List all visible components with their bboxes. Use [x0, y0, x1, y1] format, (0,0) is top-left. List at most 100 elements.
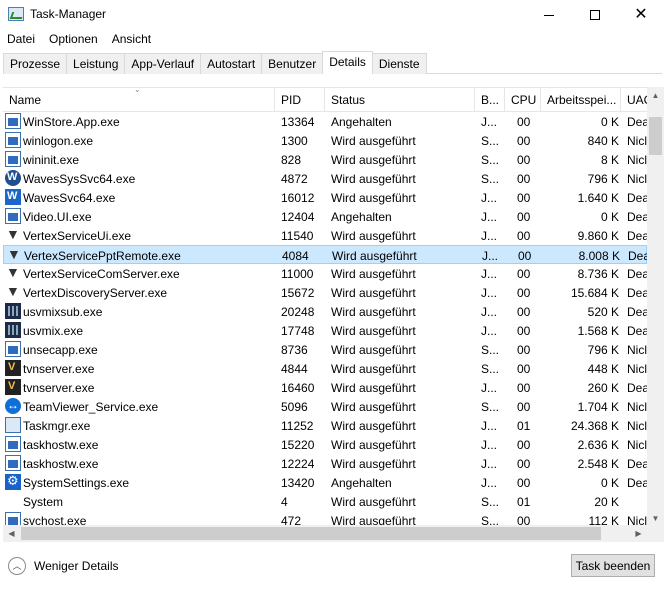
- tab-processes[interactable]: Prozesse: [3, 53, 68, 74]
- close-button[interactable]: ✕: [618, 0, 664, 30]
- vertical-scrollbar[interactable]: ▲ ▼: [647, 87, 664, 527]
- table-row[interactable]: usvmix.exe 17748 Wird ausgeführt J... 00 1.56…: [3, 321, 647, 340]
- table-row[interactable]: TeamViewer_Service.exe 5096 Wird ausgeführ…: [3, 397, 647, 416]
- process-cpu: 00: [517, 153, 531, 167]
- table-row[interactable]: Taskmgr.exe 11252 Wird ausgeführt J... 01 24.…: [3, 416, 647, 435]
- process-uac: Nicl: [627, 153, 647, 167]
- process-user: J...: [481, 438, 498, 452]
- task-manager-icon: [8, 7, 24, 21]
- process-status: Angehalten: [331, 210, 392, 224]
- minimize-button[interactable]: [526, 0, 572, 30]
- process-name: usvmixsub.exe: [23, 305, 103, 319]
- process-memory: 8.008 K: [578, 249, 620, 263]
- table-row[interactable]: tvnserver.exe 4844 Wird ausgeführt S... 00 44…: [3, 359, 647, 378]
- process-pid: 12224: [281, 457, 315, 471]
- tab-details[interactable]: Details: [322, 51, 373, 74]
- column-header-memory[interactable]: Arbeitsspei...: [541, 88, 621, 112]
- maximize-button[interactable]: [572, 0, 618, 30]
- table-row[interactable]: WinStore.App.exe 13364 Angehalten J... 00 0 K…: [3, 112, 647, 131]
- tab-users[interactable]: Benutzer: [261, 53, 324, 74]
- column-header-pid[interactable]: PID: [275, 88, 325, 112]
- table-row[interactable]: SystemSettings.exe 13420 Angehalten J... 00 0…: [3, 473, 647, 492]
- scroll-left-icon[interactable]: ◀: [3, 525, 20, 542]
- table-row[interactable]: WavesSysSvc64.exe 4872 Wird ausgeführt S...…: [3, 169, 647, 188]
- process-user: J...: [481, 457, 498, 471]
- process-status: Angehalten: [331, 476, 392, 490]
- process-status: Wird ausgeführt: [331, 134, 416, 148]
- app-window-icon: [5, 132, 21, 148]
- column-header-name[interactable]: Name: [3, 88, 275, 112]
- table-row[interactable]: winlogon.exe 1300 Wird ausgeführt S... 00 840…: [3, 131, 647, 150]
- process-cpu: 00: [517, 172, 531, 186]
- tab-services[interactable]: Dienste: [371, 53, 427, 74]
- scrollbar-corner: [647, 525, 664, 542]
- tab-performance[interactable]: Leistung: [66, 53, 126, 74]
- table-row[interactable]: VertexServiceUi.exe 11540 Wird ausgeführt J…: [3, 226, 647, 245]
- process-pid: 1300: [281, 134, 308, 148]
- process-memory: 1.568 K: [577, 324, 619, 338]
- vertical-scroll-thumb[interactable]: [649, 117, 662, 155]
- table-row[interactable]: Video.UI.exe 12404 Angehalten J... 00 0 K Dea: [3, 207, 647, 226]
- process-status: Wird ausgeführt: [331, 400, 416, 414]
- horizontal-scroll-thumb[interactable]: [21, 527, 601, 540]
- process-user: J...: [481, 267, 498, 281]
- table-row[interactable]: wininit.exe 828 Wird ausgeführt S... 00 8 K Ni…: [3, 150, 647, 169]
- vertex-icon: [5, 226, 21, 243]
- table-row[interactable]: WavesSvc64.exe 16012 Wird ausgeführt J... 00…: [3, 188, 647, 207]
- process-status: Wird ausgeführt: [331, 438, 416, 452]
- process-memory: 0 K: [600, 210, 619, 224]
- tab-app-history[interactable]: App-Verlauf: [124, 53, 202, 74]
- table-row[interactable]: VertexServiceComServer.exe 11000 Wird ausg…: [3, 264, 647, 283]
- process-uac: Dea: [627, 324, 647, 338]
- process-status: Angehalten: [331, 115, 392, 129]
- column-header-status[interactable]: Status: [325, 88, 475, 112]
- horizontal-scrollbar[interactable]: ◀ ▶: [3, 525, 647, 542]
- end-task-button[interactable]: Task beenden: [571, 554, 655, 577]
- table-row[interactable]: taskhostw.exe 15220 Wird ausgeführt J... 00 2…: [3, 435, 647, 454]
- process-user: S...: [481, 134, 500, 148]
- process-pid: 5096: [281, 400, 308, 414]
- process-user: J...: [481, 419, 498, 433]
- scroll-up-icon[interactable]: ▲: [647, 87, 664, 104]
- process-pid: 16012: [281, 191, 315, 205]
- process-status: Wird ausgeführt: [331, 343, 416, 357]
- table-row[interactable]: VertexDiscoveryServer.exe 15672 Wird ausge…: [3, 283, 647, 302]
- vertex-icon: [5, 283, 21, 300]
- process-cpu: 00: [517, 229, 531, 243]
- table-row[interactable]: tvnserver.exe 16460 Wird ausgeführt J... 00 2…: [3, 378, 647, 397]
- process-memory: 1.640 K: [577, 191, 619, 205]
- process-cpu: 00: [517, 343, 531, 357]
- menu-view[interactable]: Ansicht: [105, 30, 158, 50]
- table-row[interactable]: usvmixsub.exe 20248 Wird ausgeführt J... 00 5…: [3, 302, 647, 321]
- column-header-cpu[interactable]: CPU: [505, 88, 541, 112]
- column-header-uac[interactable]: UAC: [621, 88, 647, 112]
- chevron-up-icon[interactable]: ︿: [8, 557, 26, 575]
- process-status: Wird ausgeführt: [331, 419, 416, 433]
- process-table: ⌄ Name PID Status B... CPU Arbeitsspei..…: [3, 87, 647, 527]
- scroll-right-icon[interactable]: ▶: [630, 525, 647, 542]
- table-row[interactable]: unsecapp.exe 8736 Wird ausgeführt S... 00 796…: [3, 340, 647, 359]
- process-cpu: 00: [517, 476, 531, 490]
- process-pid: 11540: [281, 229, 314, 243]
- process-pid: 20248: [281, 305, 315, 319]
- usv-icon: [5, 322, 21, 338]
- process-name: System: [23, 495, 64, 509]
- process-name: VertexServiceComServer.exe: [23, 267, 180, 281]
- table-row[interactable]: VertexServicePptRemote.exe 4084 Wird ausge…: [3, 245, 647, 264]
- process-name: VertexServiceUi.exe: [23, 229, 132, 243]
- fewer-details-link[interactable]: Weniger Details: [34, 559, 118, 573]
- column-header-user[interactable]: B...: [475, 88, 505, 112]
- process-cpu: 00: [517, 324, 531, 338]
- table-row[interactable]: System 4 Wird ausgeführt S... 01 20 K: [3, 492, 647, 511]
- menu-options[interactable]: Optionen: [42, 30, 105, 50]
- table-row[interactable]: taskhostw.exe 12224 Wird ausgeführt J... 00 2…: [3, 454, 647, 473]
- process-uac: Nicl: [627, 343, 647, 357]
- tab-startup[interactable]: Autostart: [200, 53, 263, 74]
- menu-bar: Datei Optionen Ansicht: [0, 30, 158, 50]
- process-uac: Nicl: [627, 419, 647, 433]
- menu-file[interactable]: Datei: [0, 30, 42, 50]
- process-uac: Dea: [627, 191, 647, 205]
- process-cpu: 00: [517, 191, 531, 205]
- process-status: Wird ausgeführt: [332, 249, 417, 263]
- process-memory: 840 K: [587, 134, 619, 148]
